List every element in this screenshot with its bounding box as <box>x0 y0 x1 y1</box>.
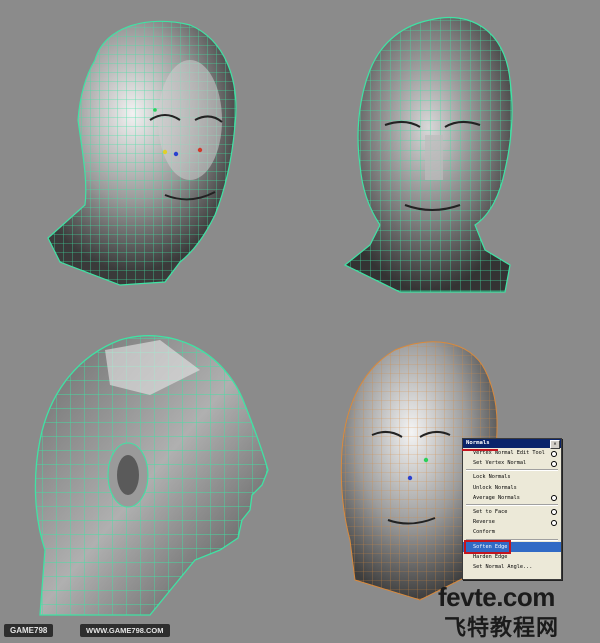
viewport-panel-top-left[interactable] <box>0 0 300 310</box>
menu-item-set-vertex-normal[interactable]: Set Vertex Normal <box>463 458 561 468</box>
viewport-panel-bottom-left[interactable] <box>0 310 300 620</box>
viewport[interactable]: Normals ✕ Vertex Normal Edit Tool Set Ve… <box>0 0 600 643</box>
site-url: WWW.GAME798.COM <box>80 624 170 637</box>
menu-item-label: Reverse <box>473 519 495 526</box>
viewport-panel-top-right[interactable] <box>300 0 600 310</box>
head-model-wireframe-front <box>343 16 513 293</box>
menu-item-label: Unlock Normals <box>473 484 517 491</box>
menu-item-soften-edge[interactable]: Soften Edge <box>463 541 561 552</box>
menu-item-label: Soften Edge <box>473 543 508 550</box>
menu-item-label: Lock Normals <box>473 474 511 481</box>
menu-item-reverse[interactable]: Reverse <box>463 517 561 527</box>
option-box-icon[interactable] <box>551 460 557 467</box>
menu-item-label: Conform <box>473 529 495 536</box>
menu-item-unlock-normals[interactable]: Unlock Normals <box>463 483 561 493</box>
normals-menu[interactable]: Normals ✕ Vertex Normal Edit Tool Set Ve… <box>462 438 562 580</box>
menu-divider <box>466 469 558 472</box>
option-box-icon[interactable] <box>551 450 557 457</box>
watermark-chinese: 飞特教程网 <box>444 616 560 641</box>
option-box-icon[interactable] <box>551 495 557 502</box>
menu-item-conform[interactable]: Conform <box>463 527 561 537</box>
option-box-icon[interactable] <box>551 509 557 516</box>
menu-item-set-normal-angle[interactable]: Set Normal Angle... <box>463 562 561 572</box>
normals-menu-title[interactable]: Normals ✕ <box>463 439 561 449</box>
menu-item-label: Set to Face <box>473 508 508 515</box>
head-model-wireframe-profile <box>34 335 269 616</box>
menu-divider <box>466 503 558 506</box>
menu-item-lock-normals[interactable]: Lock Normals <box>463 472 561 482</box>
menu-item-label: Set Normal Angle... <box>473 563 533 570</box>
option-box-icon[interactable] <box>551 519 557 526</box>
site-badge: GAME798 <box>4 624 54 637</box>
watermark-latin: fevte.com <box>438 582 555 612</box>
normals-menu-title-label: Normals <box>466 440 490 446</box>
head-model-wireframe-threequarter <box>47 20 237 286</box>
menu-item-label: Harden Edge <box>473 553 508 560</box>
menu-divider <box>466 538 558 541</box>
title-callout-underline <box>462 449 498 451</box>
menu-item-average-normals[interactable]: Average Normals <box>463 493 561 503</box>
menu-item-harden-edge[interactable]: Harden Edge <box>463 552 561 562</box>
menu-item-label: Average Normals <box>473 494 520 501</box>
menu-item-label: Set Vertex Normal <box>473 460 527 467</box>
menu-item-set-to-face[interactable]: Set to Face <box>463 507 561 517</box>
